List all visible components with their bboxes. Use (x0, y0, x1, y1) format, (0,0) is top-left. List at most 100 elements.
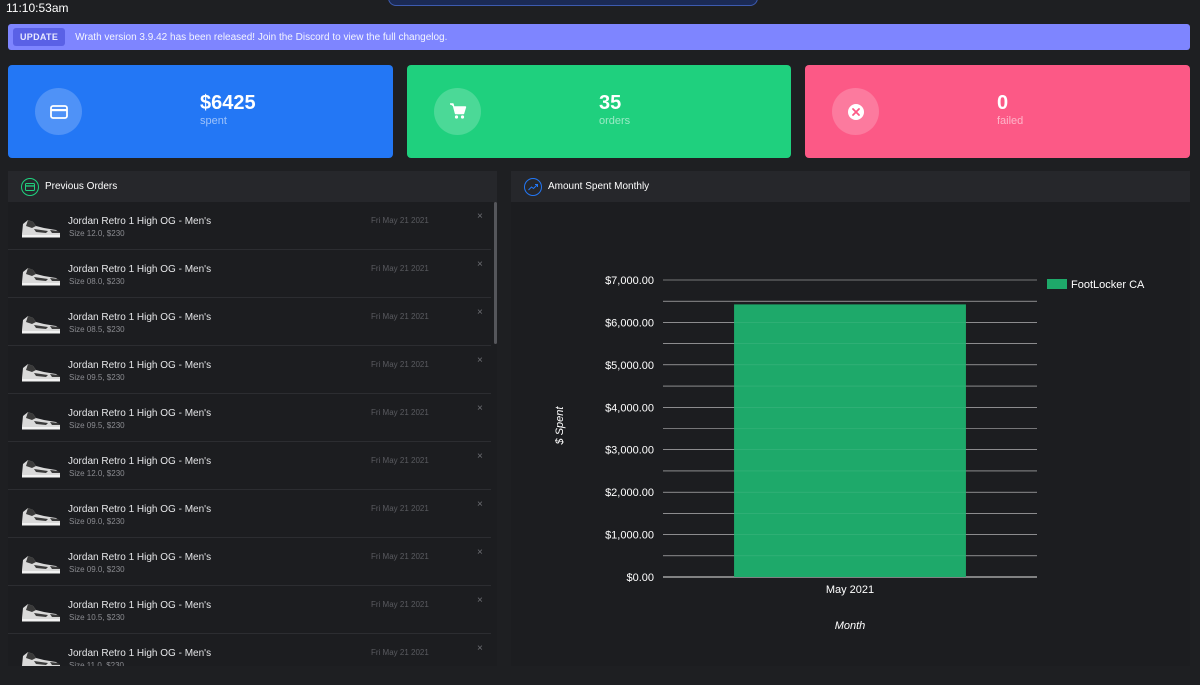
order-date: Fri May 21 2021 (371, 264, 429, 273)
order-date: Fri May 21 2021 (371, 312, 429, 321)
order-product-name: Jordan Retro 1 High OG - Men's (68, 552, 212, 563)
orders-label: orders (599, 115, 631, 127)
order-row[interactable]: Jordan Retro 1 High OG - Men's Size 08.5… (8, 298, 491, 346)
sneaker-icon (22, 316, 60, 334)
order-list[interactable]: Jordan Retro 1 High OG - Men's Size 12.0… (8, 202, 497, 666)
order-date: Fri May 21 2021 (371, 552, 429, 561)
order-date: Fri May 21 2021 (371, 456, 429, 465)
spent-label: spent (200, 115, 227, 127)
sneaker-icon (22, 652, 60, 666)
orders-card: 35 orders (407, 65, 791, 158)
amount-spent-header: Amount Spent Monthly (511, 171, 1190, 202)
remove-order-button[interactable]: × (477, 307, 483, 318)
order-row[interactable]: Jordan Retro 1 High OG - Men's Size 11.0… (8, 634, 491, 666)
failed-card: 0 failed (805, 65, 1190, 158)
update-badge: UPDATE (13, 28, 66, 46)
x-axis-title: Month (835, 620, 866, 632)
cart-icon (434, 88, 481, 135)
order-row[interactable]: Jordan Retro 1 High OG - Men's Size 08.0… (8, 250, 491, 298)
previous-orders-title: Previous Orders (45, 181, 118, 192)
order-row[interactable]: Jordan Retro 1 High OG - Men's Size 09.0… (8, 538, 491, 586)
y-tick-label: $1,000.00 (605, 530, 654, 542)
sneaker-icon (22, 508, 60, 526)
spent-value: $6425 (200, 92, 256, 114)
order-product-name: Jordan Retro 1 High OG - Men's (68, 456, 212, 467)
order-product-name: Jordan Retro 1 High OG - Men's (68, 216, 212, 227)
sneaker-icon (22, 268, 60, 286)
failed-label: failed (997, 115, 1024, 127)
order-date: Fri May 21 2021 (371, 600, 429, 609)
remove-order-button[interactable]: × (477, 499, 483, 510)
amount-spent-title: Amount Spent Monthly (548, 181, 650, 192)
order-row[interactable]: Jordan Retro 1 High OG - Men's Size 12.0… (8, 202, 491, 250)
order-details: Size 08.5, $230 (69, 325, 125, 334)
order-product-name: Jordan Retro 1 High OG - Men's (68, 504, 212, 515)
order-product-name: Jordan Retro 1 High OG - Men's (68, 360, 212, 371)
y-axis-title: $ Spent (554, 406, 566, 446)
remove-order-button[interactable]: × (477, 259, 483, 270)
sneaker-icon (22, 220, 60, 238)
remove-order-button[interactable]: × (477, 403, 483, 414)
order-row[interactable]: Jordan Retro 1 High OG - Men's Size 10.5… (8, 586, 491, 634)
close-circle-icon (832, 88, 879, 135)
y-tick-label: $5,000.00 (605, 360, 654, 372)
x-tick-label: May 2021 (826, 584, 874, 596)
legend-label: FootLocker CA (1071, 279, 1145, 291)
orders-value: 35 (599, 92, 622, 114)
sneaker-icon (22, 364, 60, 382)
order-product-name: Jordan Retro 1 High OG - Men's (68, 408, 212, 419)
sneaker-icon (22, 556, 60, 574)
order-date: Fri May 21 2021 (371, 504, 429, 513)
order-details: Size 10.5, $230 (69, 613, 125, 622)
order-date: Fri May 21 2021 (371, 216, 429, 225)
order-row[interactable]: Jordan Retro 1 High OG - Men's Size 09.5… (8, 394, 491, 442)
sneaker-icon (22, 604, 60, 622)
order-details: Size 12.0, $230 (69, 229, 125, 238)
sneaker-icon (22, 460, 60, 478)
y-tick-label: $0.00 (626, 572, 654, 584)
failed-value: 0 (997, 92, 1009, 114)
order-row[interactable]: Jordan Retro 1 High OG - Men's Size 12.0… (8, 442, 491, 490)
order-details: Size 12.0, $230 (69, 469, 125, 478)
remove-order-button[interactable]: × (477, 643, 483, 654)
order-details: Size 09.5, $230 (69, 373, 125, 382)
order-details: Size 09.0, $230 (69, 517, 125, 526)
order-details: Size 09.5, $230 (69, 421, 125, 430)
y-tick-label: $3,000.00 (605, 445, 654, 457)
credit-card-icon (35, 88, 82, 135)
sneaker-icon (22, 412, 60, 430)
y-tick-label: $2,000.00 (605, 487, 654, 499)
update-banner: UPDATE Wrath version 3.9.42 has been rel… (8, 24, 1190, 50)
top-tab[interactable] (388, 0, 758, 6)
order-date: Fri May 21 2021 (371, 360, 429, 369)
bar-may-2021 (734, 304, 966, 577)
y-tick-label: $4,000.00 (605, 402, 654, 414)
order-product-name: Jordan Retro 1 High OG - Men's (68, 600, 212, 611)
y-tick-label: $7,000.00 (605, 275, 654, 287)
clock: 11:10:53am (6, 1, 69, 15)
order-product-name: Jordan Retro 1 High OG - Men's (68, 312, 212, 323)
order-list-scrollbar[interactable] (494, 202, 497, 344)
remove-order-button[interactable]: × (477, 211, 483, 222)
order-row[interactable]: Jordan Retro 1 High OG - Men's Size 09.0… (8, 490, 491, 538)
order-date: Fri May 21 2021 (371, 648, 429, 657)
amount-spent-panel: Amount Spent Monthly $0.00 $1,000.00 $2,00… (511, 171, 1190, 666)
legend-swatch (1047, 279, 1067, 289)
spent-chart: $0.00 $1,000.00 $2,000.00 $3,000.00 $4,000.0… (554, 275, 1145, 632)
order-product-name: Jordan Retro 1 High OG - Men's (68, 648, 212, 659)
order-row[interactable]: Jordan Retro 1 High OG - Men's Size 09.5… (8, 346, 491, 394)
y-tick-label: $6,000.00 (605, 317, 654, 329)
remove-order-button[interactable]: × (477, 355, 483, 366)
card-icon (21, 177, 39, 196)
previous-orders-header: Previous Orders (8, 171, 497, 202)
remove-order-button[interactable]: × (477, 451, 483, 462)
previous-orders-panel: Previous Orders Jordan Retro 1 High OG -… (8, 171, 497, 666)
remove-order-button[interactable]: × (477, 547, 483, 558)
spent-card: $6425 spent (8, 65, 393, 158)
trending-up-icon (524, 177, 542, 196)
order-product-name: Jordan Retro 1 High OG - Men's (68, 264, 212, 275)
order-details: Size 09.0, $230 (69, 565, 125, 574)
remove-order-button[interactable]: × (477, 595, 483, 606)
update-message: Wrath version 3.9.42 has been released! … (75, 31, 448, 43)
order-date: Fri May 21 2021 (371, 408, 429, 417)
